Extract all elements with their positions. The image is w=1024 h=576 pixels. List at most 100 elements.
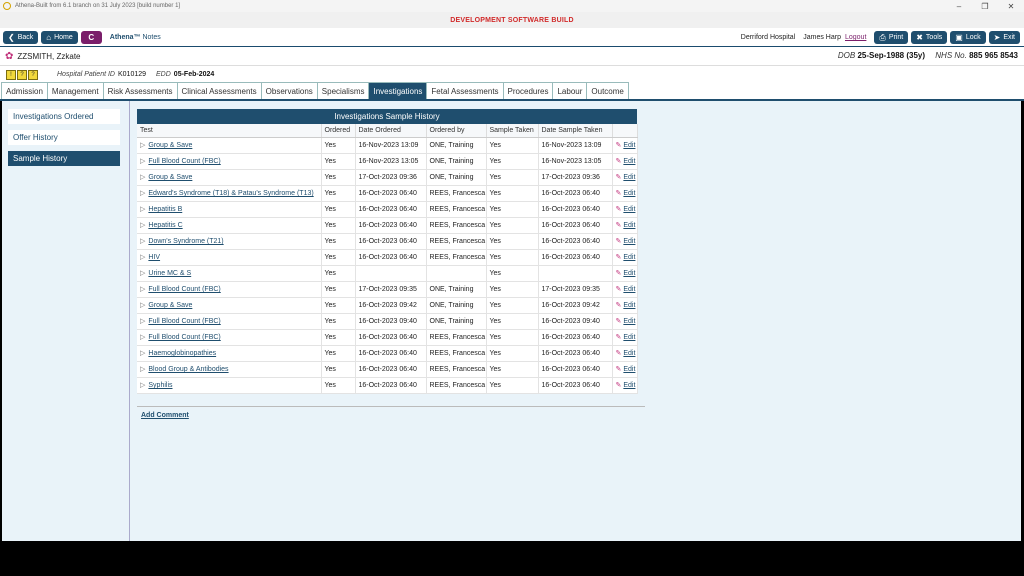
pencil-icon[interactable]: ✎ bbox=[616, 350, 622, 357]
test-name-link[interactable]: Haemoglobinopathies bbox=[148, 350, 216, 357]
tab-specialisms[interactable]: Specialisms bbox=[316, 82, 370, 99]
alert-flag-3[interactable]: ? bbox=[28, 69, 38, 80]
pencil-icon[interactable]: ✎ bbox=[616, 158, 622, 165]
tab-clinical-assessments[interactable]: Clinical Assessments bbox=[176, 82, 262, 99]
triangle-right-icon[interactable]: ▷ bbox=[140, 318, 145, 325]
tab-risk-assessments[interactable]: Risk Assessments bbox=[102, 82, 178, 99]
c-button[interactable]: C bbox=[80, 30, 102, 44]
edit-link[interactable]: Edit bbox=[623, 286, 635, 293]
triangle-right-icon[interactable]: ▷ bbox=[140, 174, 145, 181]
edit-link[interactable]: Edit bbox=[623, 174, 635, 181]
column-header-date-ordered[interactable]: Date Ordered bbox=[355, 124, 427, 138]
triangle-right-icon[interactable]: ▷ bbox=[140, 302, 145, 309]
test-name-link[interactable]: Full Blood Count (FBC) bbox=[148, 318, 220, 325]
column-header-sample-taken[interactable]: Sample Taken bbox=[486, 124, 539, 138]
pencil-icon[interactable]: ✎ bbox=[616, 238, 622, 245]
edit-link[interactable]: Edit bbox=[623, 302, 635, 309]
pencil-icon[interactable]: ✎ bbox=[616, 222, 622, 229]
pencil-icon[interactable]: ✎ bbox=[616, 206, 622, 213]
tab-admission[interactable]: Admission bbox=[1, 82, 48, 99]
triangle-right-icon[interactable]: ▷ bbox=[140, 382, 145, 389]
triangle-right-icon[interactable]: ▷ bbox=[140, 190, 145, 197]
pencil-icon[interactable]: ✎ bbox=[616, 382, 622, 389]
alert-flag-2[interactable]: ? bbox=[17, 69, 27, 80]
pencil-icon[interactable]: ✎ bbox=[616, 270, 622, 277]
app-logo-icon bbox=[3, 2, 11, 10]
pencil-icon[interactable]: ✎ bbox=[616, 366, 622, 373]
pencil-icon[interactable]: ✎ bbox=[616, 302, 622, 309]
test-name-link[interactable]: Group & Save bbox=[148, 302, 192, 309]
pencil-icon[interactable]: ✎ bbox=[616, 174, 622, 181]
column-header-date-sample-taken[interactable]: Date Sample Taken bbox=[538, 124, 613, 138]
test-name-link[interactable]: Syphilis bbox=[148, 382, 172, 389]
test-name-link[interactable]: Down's Syndrome (T21) bbox=[148, 238, 223, 245]
pencil-icon[interactable]: ✎ bbox=[616, 334, 622, 341]
minimize-icon[interactable]: – bbox=[946, 0, 972, 12]
triangle-right-icon[interactable]: ▷ bbox=[140, 334, 145, 341]
tab-labour[interactable]: Labour bbox=[552, 82, 588, 99]
sidebar-item-investigations-ordered[interactable]: Investigations Ordered bbox=[8, 109, 120, 124]
logout-link[interactable]: Logout bbox=[845, 34, 866, 41]
exit-button[interactable]: ➤ Exit bbox=[988, 31, 1020, 44]
tab-management[interactable]: Management bbox=[46, 82, 104, 99]
test-name-link[interactable]: Urine MC & S bbox=[148, 270, 191, 277]
test-name-link[interactable]: Full Blood Count (FBC) bbox=[148, 334, 220, 341]
edit-link[interactable]: Edit bbox=[623, 142, 635, 149]
back-button[interactable]: ❮ Back bbox=[3, 30, 39, 44]
triangle-right-icon[interactable]: ▷ bbox=[140, 270, 145, 277]
alert-flag-1[interactable]: ! bbox=[6, 69, 16, 80]
test-name-link[interactable]: HIV bbox=[148, 254, 160, 261]
tab-procedures[interactable]: Procedures bbox=[502, 82, 554, 99]
column-header-ordered-by[interactable]: Ordered by bbox=[426, 124, 487, 138]
edit-link[interactable]: Edit bbox=[623, 254, 635, 261]
test-name-link[interactable]: Group & Save bbox=[148, 174, 192, 181]
pencil-icon[interactable]: ✎ bbox=[616, 254, 622, 261]
test-name-link[interactable]: Group & Save bbox=[148, 142, 192, 149]
home-button[interactable]: ⌂ Home bbox=[41, 30, 78, 44]
close-icon[interactable]: ✕ bbox=[998, 0, 1024, 12]
pencil-icon[interactable]: ✎ bbox=[616, 286, 622, 293]
edit-link[interactable]: Edit bbox=[623, 366, 635, 373]
test-name-link[interactable]: Hepatitis B bbox=[148, 206, 182, 213]
tab-observations[interactable]: Observations bbox=[260, 82, 318, 99]
sidebar-item-sample-history[interactable]: Sample History bbox=[8, 151, 120, 166]
triangle-right-icon[interactable]: ▷ bbox=[140, 222, 145, 229]
test-name-link[interactable]: Blood Group & Antibodies bbox=[148, 366, 228, 373]
edit-link[interactable]: Edit bbox=[623, 206, 635, 213]
triangle-right-icon[interactable]: ▷ bbox=[140, 238, 145, 245]
triangle-right-icon[interactable]: ▷ bbox=[140, 350, 145, 357]
triangle-right-icon[interactable]: ▷ bbox=[140, 206, 145, 213]
pencil-icon[interactable]: ✎ bbox=[616, 190, 622, 197]
tab-fetal-assessments[interactable]: Fetal Assessments bbox=[426, 82, 504, 99]
print-button[interactable]: ⎙ Print bbox=[874, 31, 909, 44]
tab-investigations[interactable]: Investigations bbox=[368, 82, 428, 99]
column-header-ordered[interactable]: Ordered bbox=[321, 124, 356, 138]
triangle-right-icon[interactable]: ▷ bbox=[140, 286, 145, 293]
triangle-right-icon[interactable]: ▷ bbox=[140, 142, 145, 149]
tools-button[interactable]: ✖ Tools bbox=[911, 31, 948, 44]
edit-link[interactable]: Edit bbox=[623, 158, 635, 165]
edit-link[interactable]: Edit bbox=[623, 318, 635, 325]
pencil-icon[interactable]: ✎ bbox=[616, 142, 622, 149]
triangle-right-icon[interactable]: ▷ bbox=[140, 254, 145, 261]
triangle-right-icon[interactable]: ▷ bbox=[140, 158, 145, 165]
lock-button[interactable]: ▣ Lock bbox=[950, 31, 986, 44]
edit-link[interactable]: Edit bbox=[623, 382, 635, 389]
add-comment-link[interactable]: Add Comment bbox=[141, 412, 189, 419]
column-header-test[interactable]: Test bbox=[137, 124, 322, 138]
sidebar-item-offer-history[interactable]: Offer History bbox=[8, 130, 120, 145]
test-name-link[interactable]: Edward's Syndrome (T18) & Patau's Syndro… bbox=[148, 190, 313, 197]
tab-outcome[interactable]: Outcome bbox=[586, 82, 629, 99]
restore-icon[interactable]: ❐ bbox=[972, 0, 998, 12]
edit-link[interactable]: Edit bbox=[623, 222, 635, 229]
test-name-link[interactable]: Hepatitis C bbox=[148, 222, 182, 229]
pencil-icon[interactable]: ✎ bbox=[616, 318, 622, 325]
test-name-link[interactable]: Full Blood Count (FBC) bbox=[148, 158, 220, 165]
edit-link[interactable]: Edit bbox=[623, 238, 635, 245]
edit-link[interactable]: Edit bbox=[623, 190, 635, 197]
triangle-right-icon[interactable]: ▷ bbox=[140, 366, 145, 373]
test-name-link[interactable]: Full Blood Count (FBC) bbox=[148, 286, 220, 293]
edit-link[interactable]: Edit bbox=[623, 270, 635, 277]
edit-link[interactable]: Edit bbox=[623, 350, 635, 357]
edit-link[interactable]: Edit bbox=[623, 334, 635, 341]
